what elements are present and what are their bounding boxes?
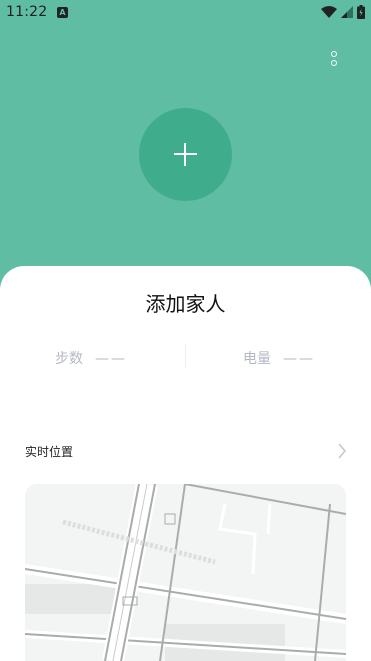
signal-icon	[341, 6, 353, 18]
realtime-location-label: 实时位置	[25, 445, 74, 459]
battery-label: 电量	[243, 351, 271, 367]
more-options-button[interactable]	[322, 46, 346, 70]
location-map[interactable]	[25, 484, 346, 661]
status-bar: 11:22 A	[0, 0, 371, 24]
wifi-icon	[321, 6, 337, 18]
steps-label: 步数	[55, 351, 83, 367]
more-dot-icon	[331, 59, 337, 66]
battery-stat: 电量 ——	[243, 348, 315, 368]
battery-value: ——	[283, 351, 315, 367]
map-graphic	[25, 484, 346, 661]
more-dot-icon	[331, 50, 337, 57]
chevron-right-icon	[338, 443, 346, 459]
battery-icon	[357, 5, 365, 19]
status-icons	[321, 5, 365, 19]
status-time: 11:22	[6, 4, 48, 20]
realtime-location-row[interactable]: 实时位置	[25, 442, 351, 462]
steps-stat: 步数 ——	[55, 348, 127, 368]
notification-icon: A	[57, 7, 68, 18]
stat-divider	[185, 344, 186, 368]
add-family-button[interactable]	[139, 108, 232, 201]
card-title: 添加家人	[145, 292, 226, 316]
family-card: 添加家人 步数 —— 电量 —— 实时位置	[0, 266, 371, 661]
steps-value: ——	[95, 351, 127, 367]
